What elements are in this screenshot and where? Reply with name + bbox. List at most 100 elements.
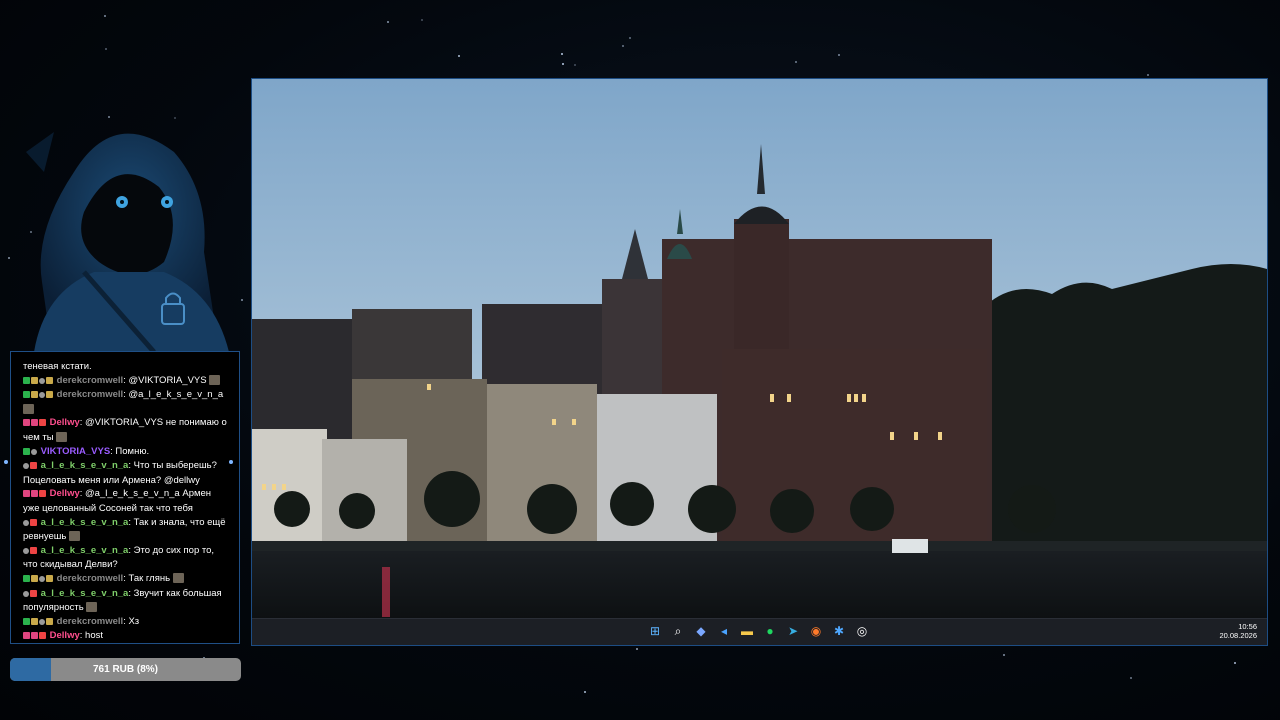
chat-message: VIKTORIA_VYS: Помню. [23, 445, 229, 460]
badge-icon [23, 419, 30, 427]
chat-indicator-dot-right [229, 460, 233, 464]
chat-text: Хз [125, 615, 140, 627]
chat-message: a_l_e_k_s_e_v_n_a: Звучит как большая по… [23, 587, 229, 615]
chat-username[interactable]: a_l_e_k_s_e_v_n_a [41, 588, 129, 599]
badge-icon [46, 376, 53, 384]
chat-username[interactable]: Dellwy [50, 417, 80, 428]
system-clock[interactable]: 10:56 20.08.2026 [1219, 622, 1257, 640]
emote-icon [56, 431, 68, 442]
app-icon[interactable]: ◆ [693, 623, 709, 639]
badge-icon [46, 617, 53, 625]
chat-message: Dellwy: @a_l_e_k_s_e_v_n_a Армен уже цел… [23, 487, 229, 515]
emote-icon [69, 531, 80, 542]
user-badges [23, 488, 47, 502]
chat-username[interactable]: VIKTORIA_VYS [41, 446, 111, 457]
search-icon[interactable]: ⌕ [670, 623, 686, 639]
star [584, 691, 586, 693]
windows-start-icon[interactable]: ⊞ [647, 623, 663, 639]
snowflake-icon[interactable]: ✱ [831, 623, 847, 639]
badge-icon [31, 490, 38, 498]
chat-panel: теневая кстати. derekcromwell: @VIKTORIA… [10, 351, 240, 644]
chat-username[interactable]: derekcromwell [57, 616, 124, 627]
badge-icon [30, 518, 37, 526]
donation-progress-bar: 761 RUB (8%) [10, 658, 241, 681]
chat-message: теневая кстати. [23, 360, 229, 374]
emote-icon [172, 572, 184, 583]
badge-icon [31, 574, 38, 582]
chat-username[interactable]: a_l_e_k_s_e_v_n_a [41, 517, 129, 528]
vscode-icon[interactable]: ◂ [716, 623, 732, 639]
chat-text: @a_l_e_k_s_e_v_n_a [125, 389, 224, 401]
emote-icon [23, 403, 34, 414]
user-badges [23, 375, 54, 389]
firefox-icon[interactable]: ◉ [808, 623, 824, 639]
badge-icon [31, 376, 38, 384]
star [1234, 662, 1236, 664]
badge-icon [46, 391, 53, 399]
windows-taskbar: ⊞ ⌕ ◆ ◂ ▬ ● ➤ ◉ ✱ ◎ 10:56 20.08.2026 [252, 618, 1267, 645]
chat-message: Dellwy: @VIKTORIA_VYS не понимаю о чем т… [23, 416, 229, 444]
user-badges [23, 545, 38, 559]
user-badges [23, 517, 38, 531]
user-badges [23, 417, 47, 431]
badge-icon [31, 391, 38, 399]
badge-icon [23, 447, 30, 455]
chat-text: host [82, 630, 103, 642]
badge-icon [23, 490, 30, 498]
star [421, 19, 423, 21]
badge-icon [30, 546, 37, 554]
chat-username[interactable]: derekcromwell [57, 573, 124, 584]
user-badges [23, 446, 38, 460]
obs-icon[interactable]: ◎ [854, 623, 870, 639]
chat-indicator-dot-left [4, 460, 8, 464]
badge-icon [39, 575, 45, 582]
badge-icon [23, 391, 30, 399]
chat-message: derekcromwell: Хз [23, 615, 229, 630]
star [636, 648, 638, 650]
folder-icon[interactable]: ▬ [739, 623, 755, 639]
chat-username[interactable]: a_l_e_k_s_e_v_n_a [41, 460, 129, 471]
badge-icon [23, 547, 29, 554]
star [574, 64, 576, 66]
badge-icon [31, 419, 38, 427]
badge-icon [39, 490, 46, 498]
chat-message: derekcromwell: @VIKTORIA_VYS [23, 374, 229, 389]
chat-username[interactable]: Dellwy [50, 488, 80, 499]
spotify-icon[interactable]: ● [762, 623, 778, 639]
badge-icon [31, 448, 37, 455]
star [795, 61, 797, 63]
badge-icon [30, 462, 37, 470]
star [1147, 74, 1149, 76]
chat-username[interactable]: derekcromwell [57, 389, 124, 400]
star [8, 257, 10, 259]
chat-username[interactable]: a_l_e_k_s_e_v_n_a [41, 545, 129, 556]
donation-progress-label: 761 RUB (8%) [92, 664, 159, 675]
chat-message: a_l_e_k_s_e_v_n_a: Что ты выберешь? Поце… [23, 459, 229, 487]
star [561, 53, 563, 55]
clock-date: 20.08.2026 [1219, 631, 1257, 640]
badge-icon [23, 463, 29, 470]
star [105, 48, 107, 50]
star [458, 55, 460, 57]
badge-icon [46, 574, 53, 582]
emote-icon [209, 374, 221, 385]
chat-text: Так глянь [125, 572, 171, 584]
emote-icon [86, 602, 98, 613]
hooded-cat-avatar [14, 112, 244, 354]
chat-message: derekcromwell: Так глянь [23, 572, 229, 587]
badge-icon [23, 632, 30, 640]
user-badges [23, 616, 54, 630]
chat-username[interactable]: derekcromwell [57, 375, 124, 386]
city-photo [252, 79, 1267, 619]
chat-message: a_l_e_k_s_e_v_n_a: Это до сих пор то, чт… [23, 544, 229, 572]
badge-icon [39, 419, 46, 427]
badge-icon [31, 632, 38, 640]
telegram-icon[interactable]: ➤ [785, 623, 801, 639]
badge-icon [30, 589, 37, 597]
stream-screen: ⊞ ⌕ ◆ ◂ ▬ ● ➤ ◉ ✱ ◎ 10:56 20.08.2026 [251, 78, 1268, 646]
user-badges [23, 573, 54, 587]
star [562, 63, 564, 65]
badge-icon [23, 617, 30, 625]
star [1003, 654, 1005, 656]
chat-username[interactable]: Dellwy [50, 630, 80, 641]
